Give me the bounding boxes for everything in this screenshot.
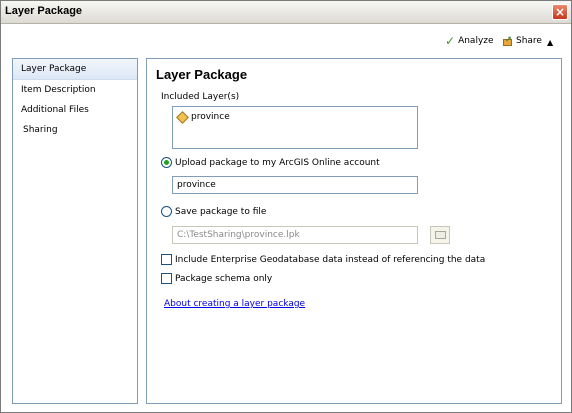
checkmark-icon: ✓ [445,34,456,48]
analyze-button[interactable]: ✓ Analyze [445,34,494,48]
collapse-arrow-icon[interactable]: ▲ [547,35,553,49]
sidebar-item-additional-files[interactable]: Additional Files [13,100,137,120]
sidebar-item-layer-package[interactable]: Layer Package [13,59,137,80]
save-radio[interactable] [161,206,172,217]
sidebar-item-sharing[interactable]: Sharing [13,120,137,140]
main-panel: Layer Package Included Layer(s) province… [146,58,562,404]
close-icon[interactable]: × [552,4,568,20]
layer-icon [176,110,189,124]
enterprise-option[interactable]: Include Enterprise Geodatabase data inst… [161,254,485,265]
enterprise-checkbox[interactable] [161,254,172,265]
upload-option[interactable]: Upload package to my ArcGIS Online accou… [161,157,380,168]
toolbar: ✓ Analyze ↗ Share ▲ [1,24,571,57]
window-title: Layer Package [5,5,83,17]
page-title: Layer Package [156,67,248,82]
included-layers-label: Included Layer(s) [161,92,240,102]
schema-checkbox[interactable] [161,273,172,284]
share-label: Share [516,36,542,46]
browse-button[interactable] [430,226,450,244]
save-option[interactable]: Save package to file [161,206,266,217]
enterprise-checkbox-label: Include Enterprise Geodatabase data inst… [175,254,486,265]
folder-icon [434,231,446,239]
title-bar[interactable]: Layer Package × [1,1,571,24]
share-icon: ↗ [503,35,512,46]
included-layers-list[interactable]: province [172,106,418,149]
upload-radio[interactable] [161,157,172,168]
layer-package-window: Layer Package × ✓ Analyze ↗ Share ▲ Laye… [0,0,572,413]
sidebar-item-item-description[interactable]: Item Description [13,80,137,100]
save-path-input[interactable]: C:\TestSharing\province.lpk [172,226,418,244]
analyze-label: Analyze [458,36,494,46]
layer-name: province [191,112,230,122]
help-link[interactable]: About creating a layer package [164,299,305,309]
package-name-input[interactable]: province [172,176,418,194]
schema-option[interactable]: Package schema only [161,273,272,284]
save-option-label: Save package to file [175,206,267,217]
schema-checkbox-label: Package schema only [175,273,273,284]
list-item[interactable]: province [176,110,230,124]
share-button[interactable]: ↗ Share [501,34,542,48]
upload-option-label: Upload package to my ArcGIS Online accou… [175,157,380,168]
sidebar: Layer Package Item Description Additiona… [12,58,138,404]
